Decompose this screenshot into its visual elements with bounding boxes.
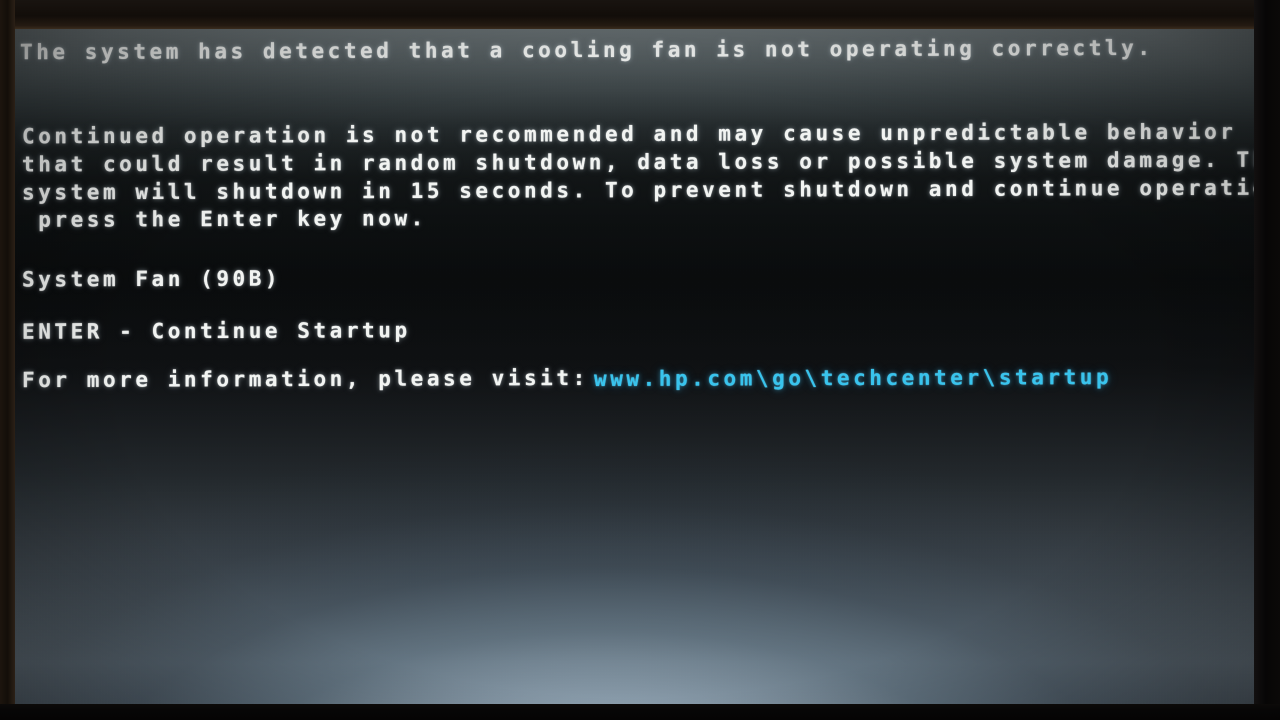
bezel-top-edge: [0, 0, 1280, 29]
bezel-bottom-edge: [0, 704, 1280, 720]
bezel-left-edge: [0, 0, 15, 720]
screen-background: [14, 28, 1256, 706]
monitor-photo: The system has detected that a cooling f…: [0, 0, 1280, 720]
bezel-right-edge: [1254, 0, 1280, 720]
lcd-panel: The system has detected that a cooling f…: [14, 28, 1256, 706]
